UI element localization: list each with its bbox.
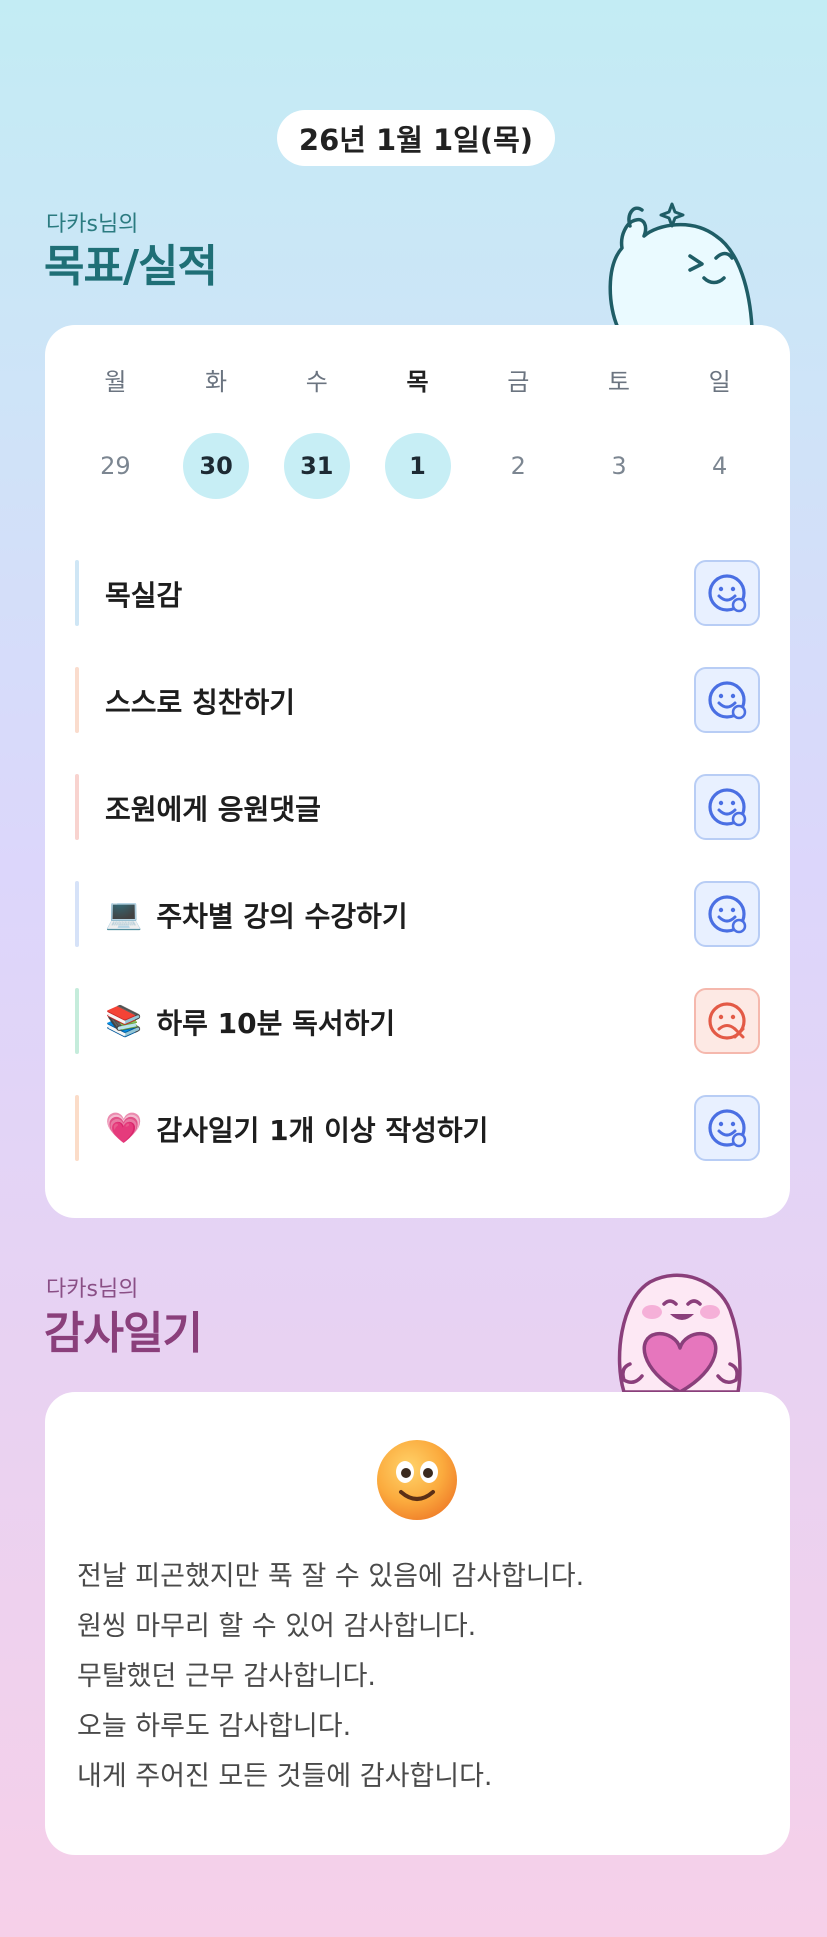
books-icon: 📚 (105, 1004, 143, 1039)
goal-label: 목실감 (105, 578, 183, 612)
diary-line: 전날 피곤했지만 푹 잘 수 있음에 감사합니다. (77, 1561, 585, 1592)
goal-label: 하루 10분 독서하기 (156, 1006, 396, 1040)
goals-section-title: 목표/실적 (44, 241, 218, 292)
diary-line: 무탈했던 근무 감사합니다. (77, 1661, 376, 1692)
smile-icon (708, 788, 747, 827)
goal-label: 주차별 강의 수강하기 (156, 899, 408, 933)
goal-color-bar (75, 881, 79, 947)
day-of-week-label: 수 (305, 368, 328, 396)
smile-icon (708, 574, 747, 613)
gratitude-diary-card: 전날 피곤했지만 푹 잘 수 있음에 감사합니다. 원씽 마무리 할 수 있어 … (45, 1392, 790, 1855)
smile-icon (708, 895, 747, 934)
diary-line: 오늘 하루도 감사합니다. (77, 1711, 352, 1742)
week-day[interactable]: 일 4 (669, 365, 770, 499)
diary-section-title: 감사일기 (44, 1308, 203, 1359)
status-smile-button[interactable] (694, 560, 760, 626)
day-of-week-label: 일 (708, 368, 731, 396)
day-number: 3 (611, 452, 627, 480)
goal-color-bar (75, 988, 79, 1054)
day-number: 4 (712, 452, 728, 480)
smile-icon (708, 1109, 747, 1148)
day-number-completed: 30 (183, 433, 250, 499)
goal-color-bar (75, 774, 79, 840)
goal-label: 스스로 칭찬하기 (105, 685, 296, 719)
goal-label: 감사일기 1개 이상 작성하기 (156, 1113, 489, 1147)
week-day-today[interactable]: 목 1 (367, 365, 468, 499)
goal-item[interactable]: 스스로 칭찬하기 (75, 647, 760, 754)
waving-ghost-mascot-icon (608, 202, 754, 328)
status-smile-button[interactable] (694, 667, 760, 733)
status-smile-button[interactable] (694, 774, 760, 840)
week-day[interactable]: 금 2 (468, 365, 569, 499)
day-number-completed: 1 (384, 433, 451, 499)
week-day[interactable]: 월 29 (65, 365, 166, 499)
day-of-week-label: 화 (205, 368, 228, 396)
week-day[interactable]: 화 30 (166, 365, 267, 499)
day-number: 2 (510, 452, 526, 480)
status-smile-button[interactable] (694, 1095, 760, 1161)
goal-color-bar (75, 560, 79, 626)
diary-line: 원씽 마무리 할 수 있어 감사합니다. (77, 1611, 477, 1642)
goals-card: 월 29 화 30 수 31 목 1 금 2 토 3 일 4 목실감 스스로 칭… (45, 325, 790, 1218)
goal-item[interactable]: 💻 주차별 강의 수강하기 (75, 861, 760, 968)
day-of-week-label: 목 (406, 368, 429, 396)
goal-color-bar (75, 667, 79, 733)
date-pill[interactable]: 26년 1월 1일(목) (277, 110, 555, 166)
day-number: 29 (100, 452, 131, 480)
day-of-week-label: 금 (507, 368, 530, 396)
diary-entry: 전날 피곤했지만 푹 잘 수 있음에 감사합니다. 원씽 마무리 할 수 있어 … (77, 1552, 760, 1802)
day-of-week-label: 월 (104, 368, 127, 396)
laptop-icon: 💻 (105, 897, 143, 932)
diary-line: 내게 주어진 모든 것들에 감사합니다. (77, 1761, 493, 1792)
goal-item[interactable]: 💗 감사일기 1개 이상 작성하기 (75, 1075, 760, 1182)
goal-color-bar (75, 1095, 79, 1161)
goal-item[interactable]: 📚 하루 10분 독서하기 (75, 968, 760, 1075)
smiling-face-icon (377, 1440, 457, 1520)
status-smile-button[interactable] (694, 881, 760, 947)
status-sad-button[interactable] (694, 988, 760, 1054)
date-label: 26년 1월 1일(목) (298, 123, 534, 157)
sad-icon (708, 1002, 746, 1040)
day-number-completed: 31 (283, 433, 350, 499)
goal-label: 조원에게 응원댓글 (105, 792, 321, 826)
week-day[interactable]: 수 31 (266, 365, 367, 499)
day-of-week-label: 토 (607, 368, 630, 396)
goal-list: 목실감 스스로 칭찬하기 조원에게 응원댓글 💻 주차별 강의 수강하기 📚 하… (75, 540, 760, 1182)
smile-icon (708, 681, 747, 720)
pink-heart-icon: 💗 (105, 1111, 143, 1146)
week-day[interactable]: 토 3 (569, 365, 670, 499)
goal-item[interactable]: 조원에게 응원댓글 (75, 754, 760, 861)
goal-item[interactable]: 목실감 (75, 540, 760, 647)
week-strip: 월 29 화 30 수 31 목 1 금 2 토 3 일 4 (65, 365, 770, 499)
heart-hugging-mascot-icon (617, 1273, 742, 1392)
